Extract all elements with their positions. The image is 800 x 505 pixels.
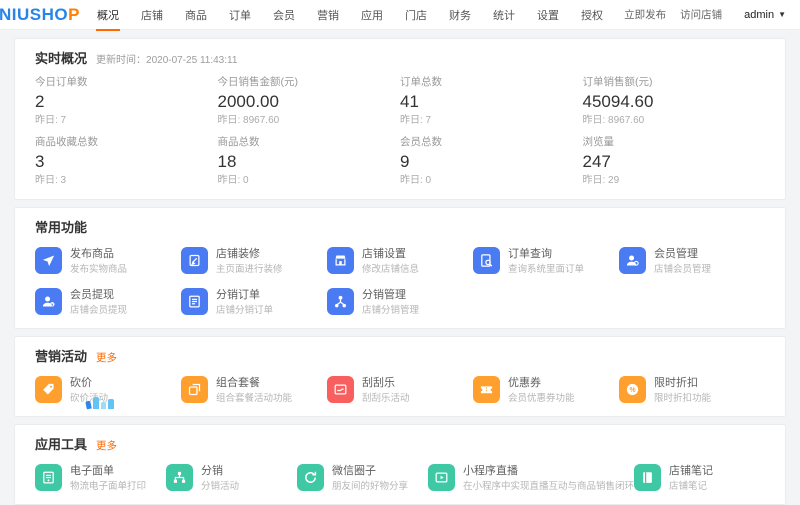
stat-total-orders: 订单总数 41 昨日: 7 — [400, 76, 583, 127]
visit-shop-link[interactable]: 访问店铺 — [680, 7, 722, 22]
nav-item-marketing[interactable]: 营销 — [316, 0, 340, 31]
stat-today-orders: 今日订单数 2 昨日: 7 — [35, 76, 218, 127]
nav-item-stores[interactable]: 门店 — [404, 0, 428, 31]
percent-icon: % — [619, 376, 646, 403]
logo-text-orange: P — [68, 5, 80, 24]
live-video-icon — [428, 464, 455, 491]
svg-text:%: % — [629, 387, 635, 394]
marketing-card: 营销活动 更多 砍价砍价活动 组合套餐组合套餐活动功能 刮刮乐刮刮乐活动 — [14, 336, 786, 417]
stat-goods-favorites: 商品收藏总数 3 昨日: 3 — [35, 136, 218, 187]
stat-total-goods: 商品总数 18 昨日: 0 — [218, 136, 401, 187]
combo-icon — [181, 376, 208, 403]
realtime-overview-card: 实时概况 更新时间：2020-07-25 11:43:11 今日订单数 2 昨日… — [14, 38, 786, 200]
feature-distribution[interactable]: 分销分销活动 — [166, 464, 297, 492]
realtime-title: 实时概况 — [35, 48, 87, 67]
doc-search-icon — [473, 247, 500, 274]
paper-plane-icon — [35, 247, 62, 274]
feature-shop-decorate[interactable]: 店铺装修主页面进行装修 — [181, 247, 327, 275]
feature-distribution-manage[interactable]: 分销管理店铺分销管理 — [327, 288, 473, 316]
nav-item-members[interactable]: 会员 — [272, 0, 296, 31]
nav-item-goods[interactable]: 商品 — [184, 0, 208, 31]
feature-shop-notes[interactable]: 店铺笔记店铺笔记 — [634, 464, 765, 492]
stat-page-views: 浏览量 247 昨日: 29 — [583, 136, 766, 187]
marketing-more-link[interactable]: 更多 — [96, 350, 117, 365]
doc-lines-icon — [181, 288, 208, 315]
feature-wechat-circle[interactable]: 微信圈子朋友间的好物分享 — [297, 464, 428, 492]
common-functions-card: 常用功能 发布商品发布实物商品 店铺装修主页面进行装修 店铺设置修改店铺信息 — [14, 207, 786, 329]
app-tools-more-link[interactable]: 更多 — [96, 438, 117, 453]
refresh-circle-icon — [297, 464, 324, 491]
member-gear-icon — [619, 247, 646, 274]
decoration-graphic — [86, 397, 114, 409]
nav-item-finance[interactable]: 财务 — [448, 0, 472, 31]
main-nav: 概况 店铺 商品 订单 会员 营销 应用 门店 财务 统计 设置 授权 — [96, 0, 604, 31]
username: admin — [744, 9, 774, 21]
top-navbar: NIUSHOP 概况 店铺 商品 订单 会员 营销 应用 门店 财务 统计 设置… — [0, 0, 800, 30]
feature-distribution-orders[interactable]: 分销订单店铺分销订单 — [181, 288, 327, 316]
feature-combo-package[interactable]: 组合套餐组合套餐活动功能 — [181, 376, 327, 404]
nav-item-statistics[interactable]: 统计 — [492, 0, 516, 31]
nav-item-authorization[interactable]: 授权 — [580, 0, 604, 31]
update-time: 更新时间：2020-07-25 11:43:11 — [96, 51, 237, 66]
feature-member-withdraw[interactable]: ¥ 会员提现店铺会员提现 — [35, 288, 181, 316]
nav-item-shop[interactable]: 店铺 — [140, 0, 164, 31]
marketing-grid: 砍价砍价活动 组合套餐组合套餐活动功能 刮刮乐刮刮乐活动 优惠券会员优惠券功能 … — [35, 376, 765, 404]
feature-scratch-card[interactable]: 刮刮乐刮刮乐活动 — [327, 376, 473, 404]
people-org-icon — [327, 288, 354, 315]
waybill-icon — [35, 464, 62, 491]
org-chart-icon — [166, 464, 193, 491]
coupon-icon — [473, 376, 500, 403]
stat-total-members: 会员总数 9 昨日: 0 — [400, 136, 583, 187]
page-edit-icon — [181, 247, 208, 274]
stat-total-sales: 订单销售额(元) 45094.60 昨日: 8967.60 — [583, 76, 766, 127]
niushop-logo[interactable]: NIUSHOP — [0, 5, 92, 25]
scratch-card-icon — [327, 376, 354, 403]
stat-today-sales: 今日销售金额(元) 2000.00 昨日: 8967.60 — [218, 76, 401, 127]
feature-e-waybill[interactable]: 电子面单物流电子面单打印 — [35, 464, 166, 492]
feature-order-query[interactable]: 订单查询查询系统里面订单 — [473, 247, 619, 275]
common-functions-title: 常用功能 — [35, 217, 87, 236]
nav-item-settings[interactable]: 设置 — [536, 0, 560, 31]
app-tools-card: 应用工具 更多 电子面单物流电子面单打印 分销分销活动 微信圈子朋友间的好物分享 — [14, 424, 786, 505]
marketing-title: 营销活动 — [35, 346, 87, 365]
publish-now-link[interactable]: 立即发布 — [624, 7, 666, 22]
chevron-down-icon: ▼ — [778, 10, 786, 19]
feature-limited-discount[interactable]: % 限时折扣限时折扣功能 — [619, 376, 765, 404]
feature-miniprogram-live[interactable]: 小程序直播在小程序中实现直播互动与商品销售闭环 — [428, 464, 634, 492]
nav-item-orders[interactable]: 订单 — [228, 0, 252, 31]
member-cash-icon: ¥ — [35, 288, 62, 315]
feature-publish-goods[interactable]: 发布商品发布实物商品 — [35, 247, 181, 275]
common-functions-grid: 发布商品发布实物商品 店铺装修主页面进行装修 店铺设置修改店铺信息 订单查询查询… — [35, 247, 765, 316]
app-tools-grid: 电子面单物流电子面单打印 分销分销活动 微信圈子朋友间的好物分享 小程序直播在小… — [35, 464, 765, 492]
user-menu[interactable]: admin ▼ — [744, 9, 786, 21]
stats-grid: 今日订单数 2 昨日: 7 今日销售金额(元) 2000.00 昨日: 8967… — [35, 76, 765, 187]
feature-member-manage[interactable]: 会员管理店铺会员管理 — [619, 247, 765, 275]
price-tag-icon — [35, 376, 62, 403]
notebook-icon — [634, 464, 661, 491]
nav-item-overview[interactable]: 概况 — [96, 0, 120, 31]
logo-text-blue: NIUSHO — [0, 5, 68, 24]
app-tools-title: 应用工具 — [35, 434, 87, 453]
storefront-icon — [327, 247, 354, 274]
feature-coupon[interactable]: 优惠券会员优惠券功能 — [473, 376, 619, 404]
navbar-right: 立即发布 访问店铺 admin ▼ — [624, 7, 786, 22]
feature-shop-settings[interactable]: 店铺设置修改店铺信息 — [327, 247, 473, 275]
nav-item-apps[interactable]: 应用 — [360, 0, 384, 31]
